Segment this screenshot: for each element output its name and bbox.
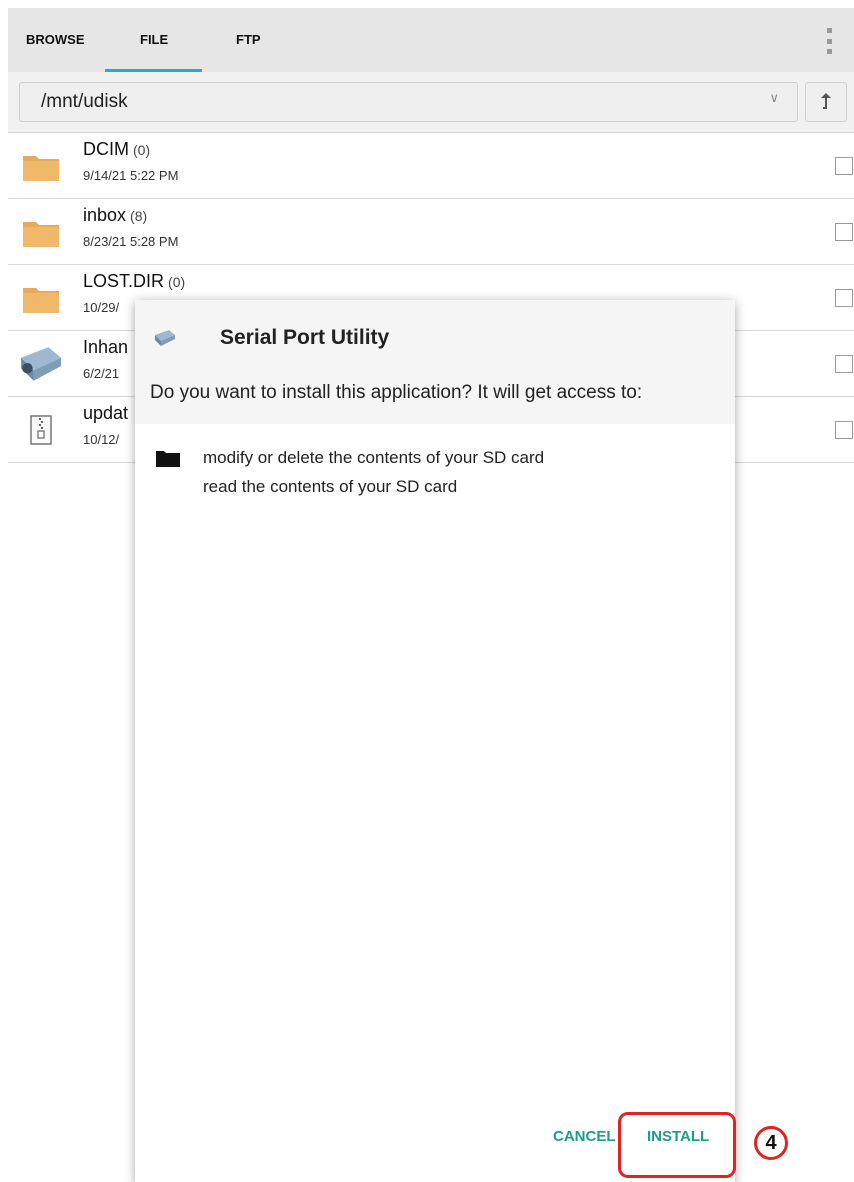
permission-item: modify or delete the contents of your SD… [203,448,545,467]
file-date: 10/29/ [83,300,120,315]
path-bar: /mnt/udisk ∨ [8,72,854,133]
zip-file-icon [30,415,52,445]
up-arrow-icon [821,93,831,109]
dialog-title: Serial Port Utility [220,326,390,349]
file-date: 10/12/ [83,432,120,447]
folder-icon [23,288,59,313]
select-checkbox[interactable] [835,421,853,439]
file-count: (0) [133,142,151,158]
file-row[interactable]: inbox (8) 8/23/21 5:28 PM [8,199,854,265]
tab-browse[interactable]: BROWSE [26,8,85,72]
path-dropdown[interactable]: /mnt/udisk ∨ [19,82,798,122]
install-highlight-box [618,1112,736,1178]
file-date: 6/2/21 [83,366,120,381]
dialog-question: Do you want to install this application?… [150,382,643,403]
file-name: LOST.DIR [83,271,165,291]
path-value: /mnt/udisk [41,91,128,112]
chevron-down-icon: ∨ [769,91,779,106]
permission-item: read the contents of your SD card [203,477,458,496]
serial-port-icon [21,347,62,381]
file-name: Inhan [83,337,129,357]
cancel-button[interactable]: CANCEL [553,1128,616,1145]
select-checkbox[interactable] [835,355,853,373]
serial-port-app-icon [155,330,175,346]
file-name: DCIM [83,139,129,159]
folder-icon [156,451,180,467]
folder-icon [23,156,59,181]
dialog-header: Serial Port Utility Do you want to insta… [135,300,735,424]
parent-folder-button[interactable] [805,82,847,122]
select-checkbox[interactable] [835,157,853,175]
select-checkbox[interactable] [835,223,853,241]
step-number-badge: 4 [754,1126,788,1160]
file-count: (8) [130,208,148,224]
file-date: 9/14/21 5:22 PM [83,168,179,183]
folder-icon [23,222,59,247]
select-checkbox[interactable] [835,289,853,307]
file-name: inbox [83,205,127,225]
tab-bar: BROWSE FILE FTP [8,8,854,73]
install-dialog: Serial Port Utility Do you want to insta… [135,300,735,1182]
file-name: updat [83,403,129,423]
file-row[interactable]: DCIM (0) 9/14/21 5:22 PM [8,133,854,199]
tab-file[interactable]: FILE [140,8,168,72]
file-count: (0) [168,274,186,290]
tab-ftp[interactable]: FTP [236,8,261,72]
more-options-icon[interactable] [826,28,832,54]
file-date: 8/23/21 5:28 PM [83,234,179,249]
